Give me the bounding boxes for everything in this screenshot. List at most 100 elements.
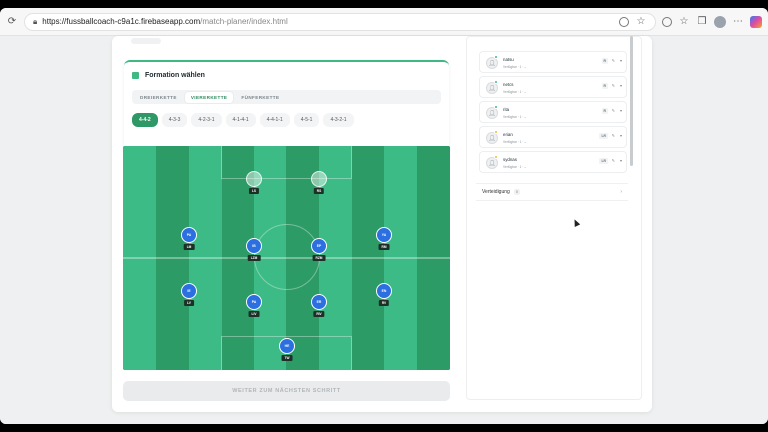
browser-window: ⟳ 🔒︎ https://fussballcoach-c9a1c.firebas… [0,8,768,424]
extension-icon[interactable] [662,16,672,27]
position-label: LS [248,188,260,194]
player-marker: PA [246,294,262,310]
edit-icon[interactable]: ✎ [612,108,615,113]
section-count-badge: 0 [513,189,520,195]
tab-dreierkette[interactable]: DREIERKETTE [134,92,183,103]
chevron-right-icon: › [620,189,622,195]
player-slot[interactable]: IE LV [180,283,198,306]
more-menu-icon[interactable]: ⋯ [732,16,744,28]
reload-icon[interactable]: ⟳ [6,16,18,28]
position-badge: R [601,83,608,89]
previous-section-stub [131,38,161,44]
status-dot [494,155,498,159]
chevron-down-icon[interactable]: ▾ [620,158,622,163]
position-badge: R [601,58,608,64]
position-badge: R [601,108,608,114]
formation-option[interactable]: 4-2-3-1 [191,113,222,127]
formation-option[interactable]: 4-4-2 [132,113,158,127]
player-slot[interactable]: RS [310,171,328,194]
player-card[interactable]: 👤︎ erian Verfügbar · 1 · – LR ✎ ▾ [479,126,627,148]
section-label: Verteidigung [482,189,510,195]
lock-icon: 🔒︎ [33,16,38,26]
url-path: /match-planer/index.html [200,17,288,26]
position-label: RV [378,300,390,306]
player-slot[interactable]: EN RV [375,283,393,306]
player-marker: IE [181,283,197,299]
player-slot[interactable]: PA LIV [245,294,263,317]
player-name: erian [503,132,513,137]
player-slot[interactable]: HE TW [278,338,296,361]
position-label: RM [378,244,390,250]
favorite-star-icon[interactable]: ☆ [635,16,647,28]
squad-scrollbar[interactable] [630,36,633,166]
zoom-icon[interactable] [619,16,629,27]
formation-card: Formation wählen DREIERKETTE VIERERKETTE… [124,60,449,155]
position-label: RZM [312,255,326,261]
player-marker [246,171,262,187]
player-marker: EP [311,238,327,254]
chevron-down-icon[interactable]: ▾ [620,58,622,63]
formation-option[interactable]: 4-3-2-1 [323,113,354,127]
edit-icon[interactable]: ✎ [612,83,615,88]
position-label: RIV [313,311,325,317]
position-label: LM [183,244,195,250]
profile-avatar[interactable] [714,15,726,28]
player-marker: HE [279,338,295,354]
player-slot[interactable]: EP RZM [310,238,328,261]
player-slot[interactable]: IB LZM [245,238,263,261]
player-card[interactable]: 👤︎ sydnas Verfügbar · 1 · – LR ✎ ▾ [479,151,627,173]
position-label: LIV [248,311,260,317]
formation-heading: Formation wählen [132,72,205,79]
player-meta: Verfügbar · 1 · – [503,65,527,69]
position-label: LV [184,300,194,306]
formation-title: Formation wählen [145,72,205,79]
position-label: RS [313,188,325,194]
player-meta: Verfügbar · 1 · – [503,165,527,169]
player-slot[interactable]: YA RM [375,227,393,250]
player-meta: Verfügbar · 1 · – [503,115,527,119]
player-marker: EN [376,283,392,299]
tab-fuenferkette[interactable]: FÜNFERKETTE [235,92,285,103]
player-card[interactable]: 👤︎ rita Verfügbar · 1 · – R ✎ ▾ [479,101,627,123]
collections-icon[interactable]: ☆ [678,16,690,28]
formation-option[interactable]: 4-5-1 [293,113,320,127]
player-name: sydnas [503,157,517,162]
status-dot [494,80,498,84]
chevron-down-icon[interactable]: ▾ [620,83,622,88]
formation-option[interactable]: 4-1-4-1 [225,113,256,127]
player-slot[interactable]: LS [245,171,263,194]
edit-icon[interactable]: ✎ [612,58,615,63]
formation-options: 4-4-2 4-3-3 4-2-3-1 4-1-4-1 4-4-1-1 4-5-… [132,113,354,127]
next-step-button[interactable]: WEITER ZUM NÄCHSTEN SCHRITT [123,381,450,401]
position-label: LZM [247,255,261,261]
formation-marker-icon [132,72,139,79]
copilot-icon[interactable] [750,15,762,28]
player-marker [311,171,327,187]
section-verteidigung[interactable]: Verteidigung 0 › [476,183,628,201]
position-badge: LR [599,133,608,139]
football-pitch: LS RS PA LM IB LZM EP RZM YA RM IE LV PA… [123,146,450,370]
player-slot[interactable]: PA LM [180,227,198,250]
favorites-icon[interactable]: ❒ [696,16,708,28]
player-slot[interactable]: ER RIV [310,294,328,317]
player-card[interactable]: 👤︎ natsu Verfügbar · 1 · – R ✎ ▾ [479,51,627,73]
tab-viererkette[interactable]: VIERERKETTE [184,91,234,103]
chevron-down-icon[interactable]: ▾ [620,108,622,113]
player-marker: PA [181,227,197,243]
chevron-down-icon[interactable]: ▾ [620,133,622,138]
status-dot [494,105,498,109]
app-page: Formation wählen DREIERKETTE VIERERKETTE… [0,36,768,424]
player-marker: YA [376,227,392,243]
player-name: rita [503,107,510,112]
player-meta: Verfügbar · 1 · – [503,140,527,144]
edit-icon[interactable]: ✎ [612,133,615,138]
center-circle [254,224,320,290]
player-marker: IB [246,238,262,254]
address-bar[interactable]: 🔒︎ https://fussballcoach-c9a1c.firebasea… [24,12,656,31]
url-host: https://fussballcoach-c9a1c.firebaseapp.… [42,17,201,26]
formation-option[interactable]: 4-3-3 [161,113,188,127]
edit-icon[interactable]: ✎ [612,158,615,163]
position-badge: LR [599,158,608,164]
player-card[interactable]: 👤︎ netcs Verfügbar · 1 · – R ✎ ▾ [479,76,627,98]
formation-option[interactable]: 4-4-1-1 [259,113,290,127]
